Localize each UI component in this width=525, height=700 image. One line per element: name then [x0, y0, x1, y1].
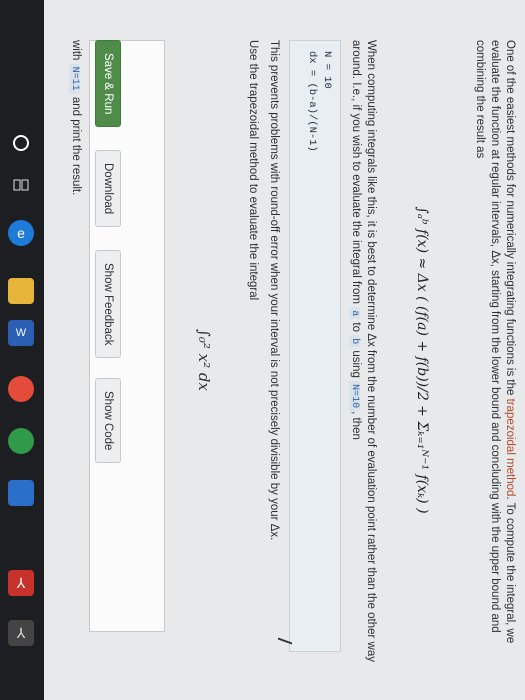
show-code-button[interactable]: Show Code	[95, 378, 121, 464]
taskbar: e W ⅄ ⅄	[0, 0, 44, 700]
code-a: a	[349, 307, 360, 320]
with-suffix: and print the result.	[70, 93, 82, 196]
para2-end: , then	[350, 411, 362, 440]
screen: One of the easiest methods for numerical…	[44, 0, 525, 700]
intro-text: One of the easiest methods for numerical…	[504, 40, 516, 399]
code-block: N = 10 dx = (b-a)/(N-1)	[289, 40, 341, 652]
trapezoidal-method-link[interactable]: trapezoidal method	[504, 399, 516, 497]
para2-using: using	[350, 347, 362, 382]
integral-expression: ∫₀² x² dx	[195, 329, 214, 391]
problem-panel: One of the easiest methods for numerical…	[57, 40, 517, 680]
code-b: b	[349, 335, 360, 348]
code-line: dx = (b-a)/(N-1)	[306, 51, 318, 152]
intro-paragraph: One of the easiest methods for numerical…	[472, 40, 517, 680]
paragraph-2: When computing integrals like this, it i…	[347, 40, 378, 680]
paragraph-3: This prevents problems with round-off er…	[268, 40, 280, 541]
rotated-page: One of the easiest methods for numerical…	[44, 0, 525, 700]
code-n11: N=11	[69, 63, 80, 94]
with-prefix: with	[70, 40, 82, 64]
acrobat-icon[interactable]: ⅄	[8, 570, 34, 596]
acrobat-icon[interactable]: ⅄	[8, 620, 34, 646]
code-line: N = 10	[321, 51, 333, 89]
show-feedback-button[interactable]: Show Feedback	[95, 250, 121, 359]
edge-icon[interactable]: e	[8, 220, 34, 246]
paragraph-4: Use the trapezoidal method to evaluate t…	[247, 40, 259, 301]
word-icon[interactable]: W	[8, 320, 34, 346]
chrome-icon[interactable]	[8, 428, 34, 454]
task-view-icon[interactable]	[8, 172, 34, 198]
save-run-button[interactable]: Save & Run	[95, 40, 121, 128]
para2-to: to	[350, 319, 362, 336]
code-n10: N=10	[349, 381, 360, 412]
file-explorer-icon[interactable]	[8, 278, 34, 304]
trapezoid-formula: ∫ₐᵇ f(x) ≈ Δx ( (f(a) + f(b))/2 + Σₖ₌₁ᴺ⁻…	[414, 206, 431, 514]
with-line: with N=11 and print the result.	[67, 40, 83, 680]
taskbar-blue-app-icon[interactable]	[8, 480, 34, 506]
circle-start-icon[interactable]	[8, 130, 34, 156]
chrome-icon[interactable]	[8, 376, 34, 402]
download-button[interactable]: Download	[95, 150, 121, 228]
